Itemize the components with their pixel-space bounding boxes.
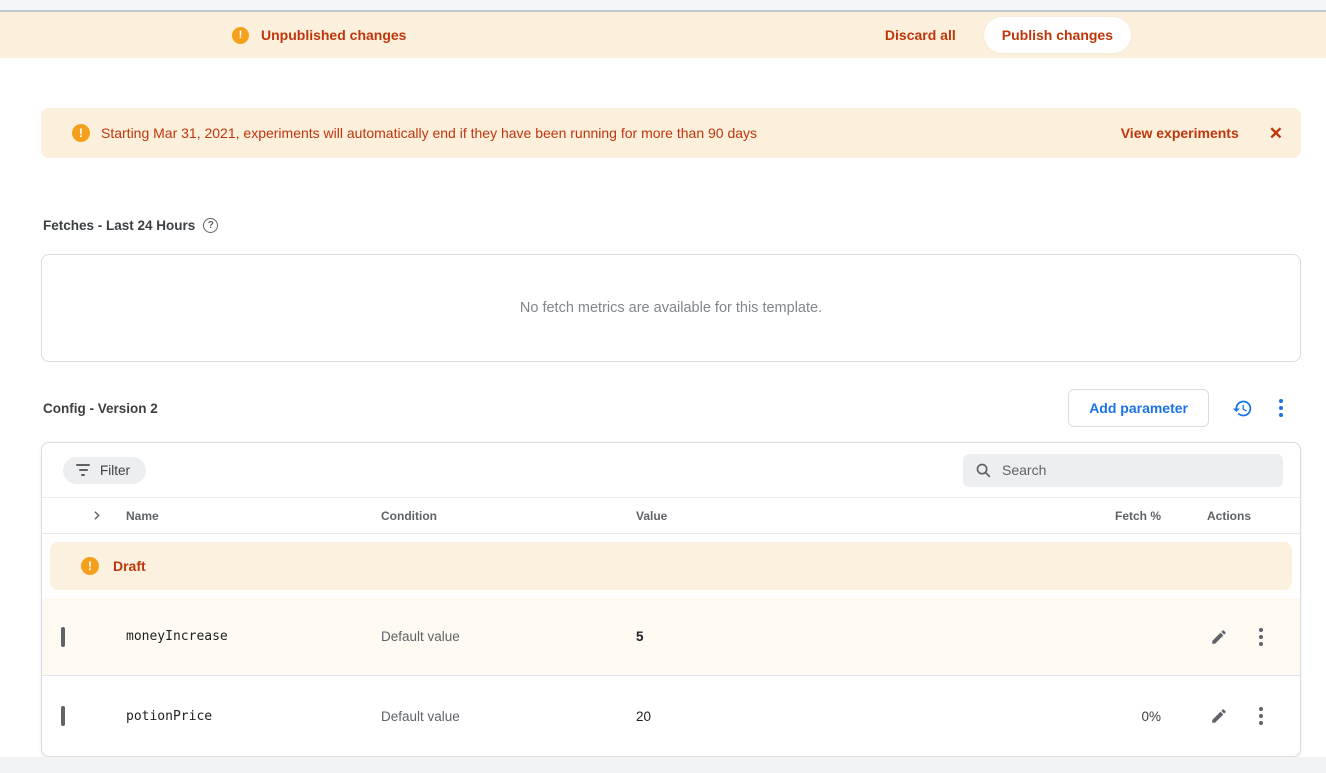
table-row: moneyIncrease Default value 5	[42, 598, 1300, 676]
alert-message: Starting Mar 31, 2021, experiments will …	[101, 125, 757, 141]
expand-chevron-icon[interactable]	[90, 509, 126, 522]
filter-icon	[76, 464, 90, 476]
col-header-fetch: Fetch %	[1042, 509, 1161, 523]
param-value: 5	[636, 629, 1042, 644]
fetches-title-text: Fetches - Last 24 Hours	[43, 218, 195, 233]
search-icon	[975, 462, 992, 479]
publish-changes-button[interactable]: Publish changes	[984, 17, 1131, 53]
edit-icon[interactable]	[1210, 707, 1228, 725]
table-toolbar: Filter	[42, 443, 1300, 497]
filter-button[interactable]: Filter	[63, 457, 146, 484]
row-more-vert-icon[interactable]	[1255, 624, 1267, 650]
config-version-title: Config - Version 2	[43, 401, 158, 416]
more-vert-icon[interactable]	[1275, 395, 1287, 421]
table-row: potionPrice Default value 20 0%	[42, 676, 1300, 756]
unpublished-changes-label: Unpublished changes	[261, 27, 406, 43]
filter-label: Filter	[100, 463, 130, 478]
parameters-table-card: Filter Name Condition Value Fetch % Acti…	[41, 442, 1301, 757]
row-more-vert-icon[interactable]	[1255, 703, 1267, 729]
param-condition: Default value	[381, 709, 636, 724]
fetches-section-title: Fetches - Last 24 Hours ?	[43, 218, 1326, 233]
close-icon[interactable]: ✕	[1269, 125, 1283, 142]
search-box	[963, 454, 1283, 487]
col-header-actions: Actions	[1161, 509, 1300, 523]
param-name: moneyIncrease	[126, 629, 381, 644]
view-experiments-link[interactable]: View experiments	[1121, 125, 1239, 141]
param-fetch-percent: 0%	[1042, 709, 1161, 724]
col-header-condition: Condition	[381, 509, 636, 523]
col-header-name: Name	[126, 509, 381, 523]
unpublished-changes-bar: ! Unpublished changes Discard all Publis…	[0, 12, 1326, 58]
bottom-strip	[0, 757, 1326, 773]
warning-icon: !	[232, 27, 249, 44]
help-icon[interactable]: ?	[203, 218, 218, 233]
search-input[interactable]	[1002, 462, 1271, 478]
param-value: 20	[636, 709, 1042, 724]
warning-icon: !	[72, 124, 90, 142]
fetch-metrics-empty-message: No fetch metrics are available for this …	[520, 300, 822, 316]
row-checkbox[interactable]	[61, 706, 65, 726]
draft-banner: ! Draft	[50, 542, 1292, 590]
fetch-metrics-card: No fetch metrics are available for this …	[41, 254, 1301, 362]
history-icon[interactable]	[1232, 398, 1253, 419]
edit-icon[interactable]	[1210, 628, 1228, 646]
table-header-row: Name Condition Value Fetch % Actions	[42, 497, 1300, 534]
param-condition: Default value	[381, 629, 636, 644]
draft-label: Draft	[113, 558, 146, 574]
experiments-alert-banner: ! Starting Mar 31, 2021, experiments wil…	[41, 108, 1301, 158]
top-strip	[0, 0, 1326, 12]
warning-icon: !	[81, 557, 99, 575]
add-parameter-button[interactable]: Add parameter	[1068, 389, 1209, 427]
col-header-value: Value	[636, 509, 1042, 523]
config-section-header: Config - Version 2 Add parameter	[43, 389, 1301, 427]
row-checkbox[interactable]	[61, 627, 65, 647]
discard-all-button[interactable]: Discard all	[885, 27, 956, 43]
param-name: potionPrice	[126, 709, 381, 724]
